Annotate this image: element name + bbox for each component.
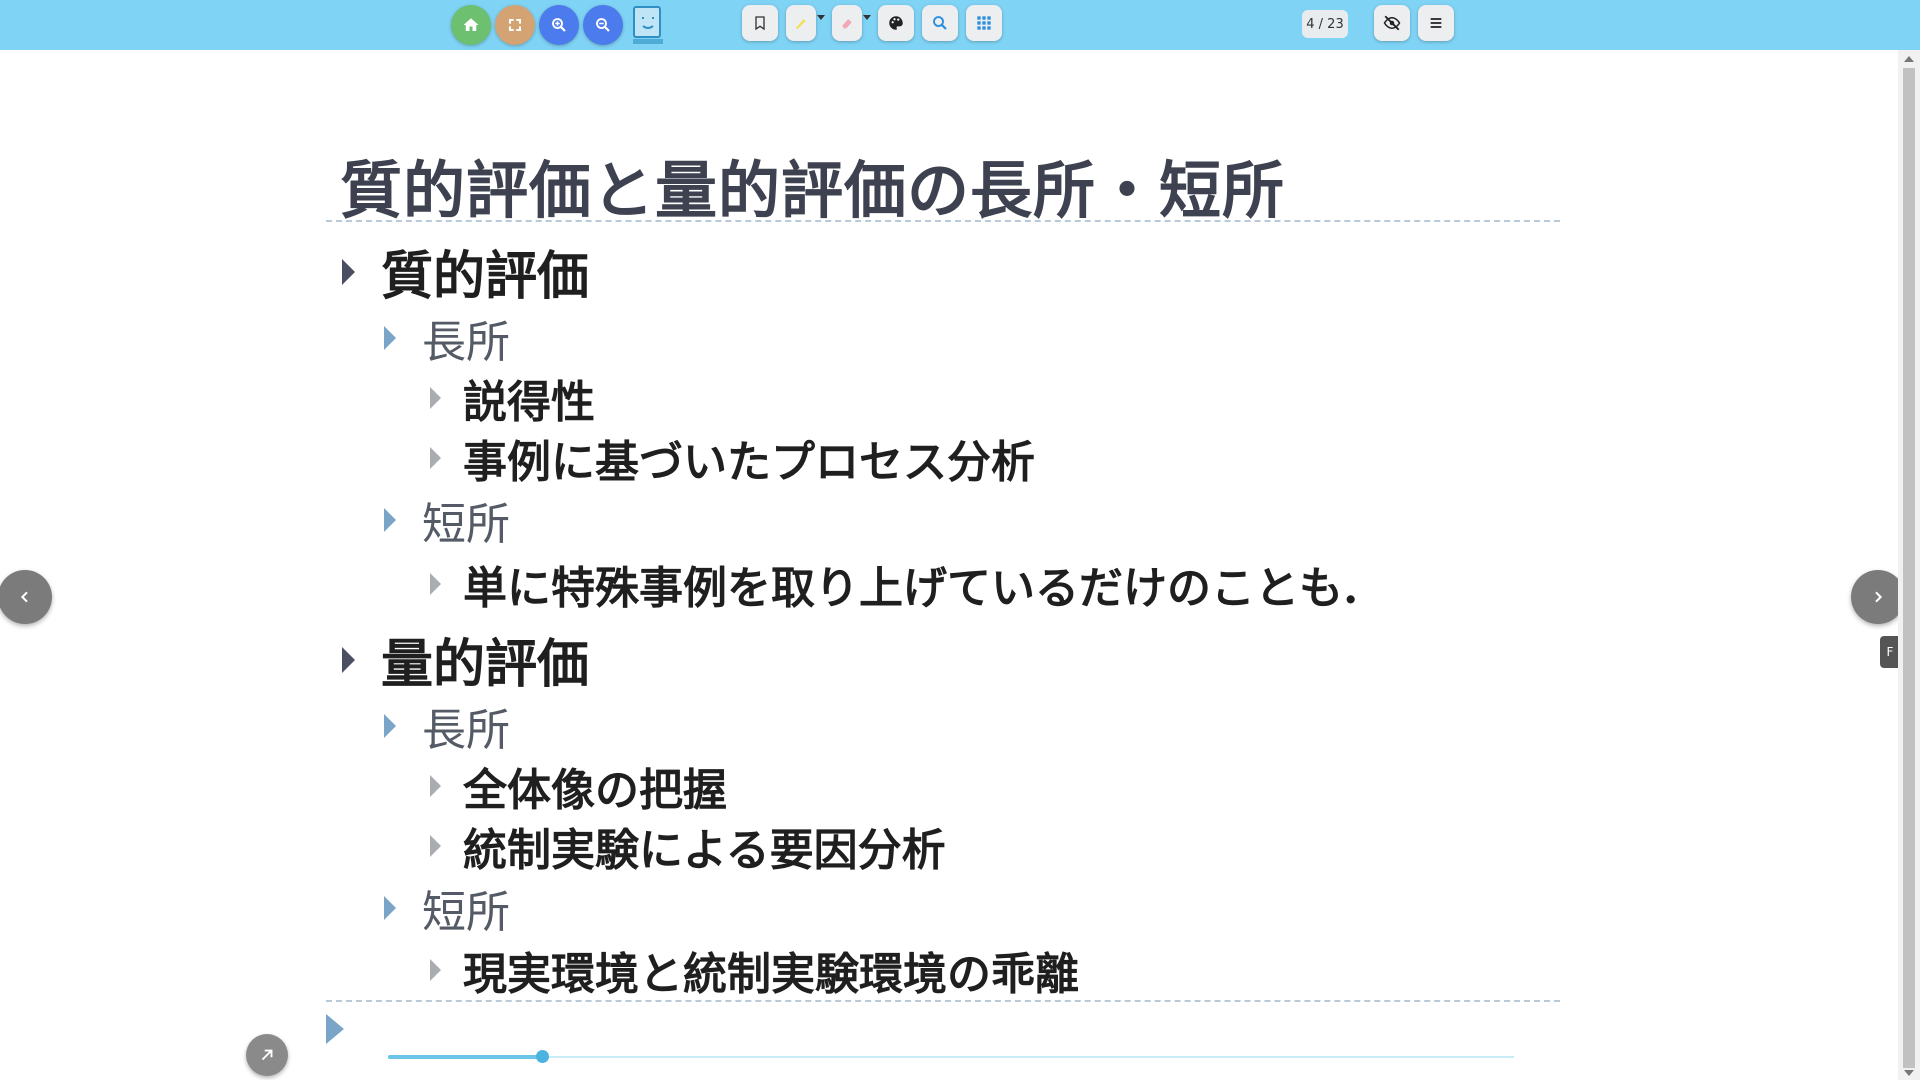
zoom-out-button[interactable] [583, 5, 623, 45]
bullet-triangle-icon [430, 775, 441, 797]
zoom-in-button[interactable] [539, 5, 579, 45]
bullet-text: 短所 [422, 887, 510, 938]
fullscreen-button[interactable] [495, 5, 535, 45]
bullet-text: 現実環境と統制実験環境の乖離 [463, 949, 1079, 1000]
fullscreen-icon [509, 19, 521, 31]
bullet-triangle-icon [384, 714, 396, 738]
bullet-text: 単に特殊事例を取り上げているだけのことも. [463, 563, 1359, 614]
vertical-scrollbar[interactable] [1898, 50, 1920, 1080]
bullet-text: 説得性 [463, 377, 595, 428]
chevron-right-icon [1875, 591, 1883, 603]
bullet-text: 量的評価 [381, 634, 590, 695]
bullet-item: 量的評価 [342, 622, 589, 697]
slide-title: 質的評価と量的評価の長所・短所 [340, 154, 1286, 227]
bullet-text: 短所 [422, 499, 510, 550]
scroll-down-icon[interactable] [1904, 1070, 1914, 1076]
bullet-text: 質的評価 [381, 246, 590, 307]
highlighter-dropdown-icon[interactable] [817, 15, 825, 20]
side-tab[interactable]: F [1880, 636, 1900, 668]
footer-divider [326, 1000, 1560, 1002]
bullet-text: 全体像の把握 [463, 765, 727, 816]
palette-icon [889, 16, 903, 30]
bullet-text: 事例に基づいたプロセス分析 [463, 437, 1035, 488]
menu-icon [1430, 18, 1442, 28]
footer-triangle-icon [326, 1014, 344, 1044]
next-slide-button[interactable] [1851, 570, 1905, 624]
progress-fill [388, 1055, 542, 1059]
grid-button[interactable] [966, 5, 1002, 41]
eraser-dropdown-icon[interactable] [863, 15, 871, 20]
title-divider [326, 220, 1560, 222]
arrow-up-right-icon [261, 1049, 273, 1061]
zoom-out-icon [596, 18, 610, 32]
bullet-triangle-icon [384, 508, 396, 532]
bullet-item: 統制実験による要因分析 [430, 814, 946, 878]
palette-button[interactable] [878, 5, 914, 41]
zoom-in-icon [552, 18, 566, 32]
bullet-item: 長所 [384, 306, 510, 370]
bullet-triangle-icon [430, 959, 441, 981]
home-icon [463, 18, 479, 31]
bullet-triangle-icon [342, 646, 355, 673]
bullet-item: 長所 [384, 694, 510, 758]
bullet-triangle-icon [342, 258, 355, 285]
bullet-text: 統制実験による要因分析 [463, 825, 946, 876]
bullet-triangle-icon [430, 573, 441, 595]
bullet-item: 短所 [384, 876, 510, 940]
expand-button[interactable] [246, 1034, 288, 1076]
bullet-item: 説得性 [430, 366, 595, 430]
bullet-triangle-icon [430, 835, 441, 857]
bullet-item: 質的評価 [342, 234, 589, 309]
bullet-text: 長所 [422, 705, 510, 756]
bookmark-button[interactable] [742, 5, 778, 41]
bullet-item: 全体像の把握 [430, 754, 727, 818]
book-logo-icon[interactable] [630, 4, 666, 46]
bullet-item: 現実環境と統制実験環境の乖離 [430, 938, 1079, 1002]
scrollbar-thumb[interactable] [1903, 68, 1915, 1068]
scroll-up-icon[interactable] [1904, 56, 1914, 62]
bullet-text: 長所 [422, 317, 510, 368]
bullet-item: 短所 [384, 488, 510, 552]
bullet-triangle-icon [430, 447, 441, 469]
bookmark-icon [755, 16, 765, 31]
chevron-left-icon [20, 591, 28, 603]
bullet-triangle-icon [384, 896, 396, 920]
search-icon [933, 16, 947, 30]
page-counter: 4 / 23 [1302, 10, 1348, 38]
bullet-triangle-icon [430, 387, 441, 409]
bullet-triangle-icon [384, 326, 396, 350]
grid-icon [977, 16, 991, 30]
highlighter-icon [795, 19, 806, 29]
eraser-icon [842, 19, 852, 29]
toggle-visibility-button[interactable] [1374, 5, 1410, 41]
eye-off-icon [1383, 15, 1401, 31]
eraser-button[interactable] [832, 5, 862, 41]
bullet-item: 事例に基づいたプロセス分析 [430, 426, 1035, 490]
search-button[interactable] [922, 5, 958, 41]
menu-button[interactable] [1418, 5, 1454, 41]
progress-handle[interactable] [536, 1050, 549, 1063]
top-toolbar: 4 / 23 [0, 0, 1920, 50]
previous-slide-button[interactable] [0, 570, 52, 624]
progress-bar[interactable] [388, 1050, 1514, 1063]
home-button[interactable] [451, 5, 491, 45]
bullet-item: 単に特殊事例を取り上げているだけのことも. [430, 552, 1358, 616]
highlighter-button[interactable] [786, 5, 816, 41]
